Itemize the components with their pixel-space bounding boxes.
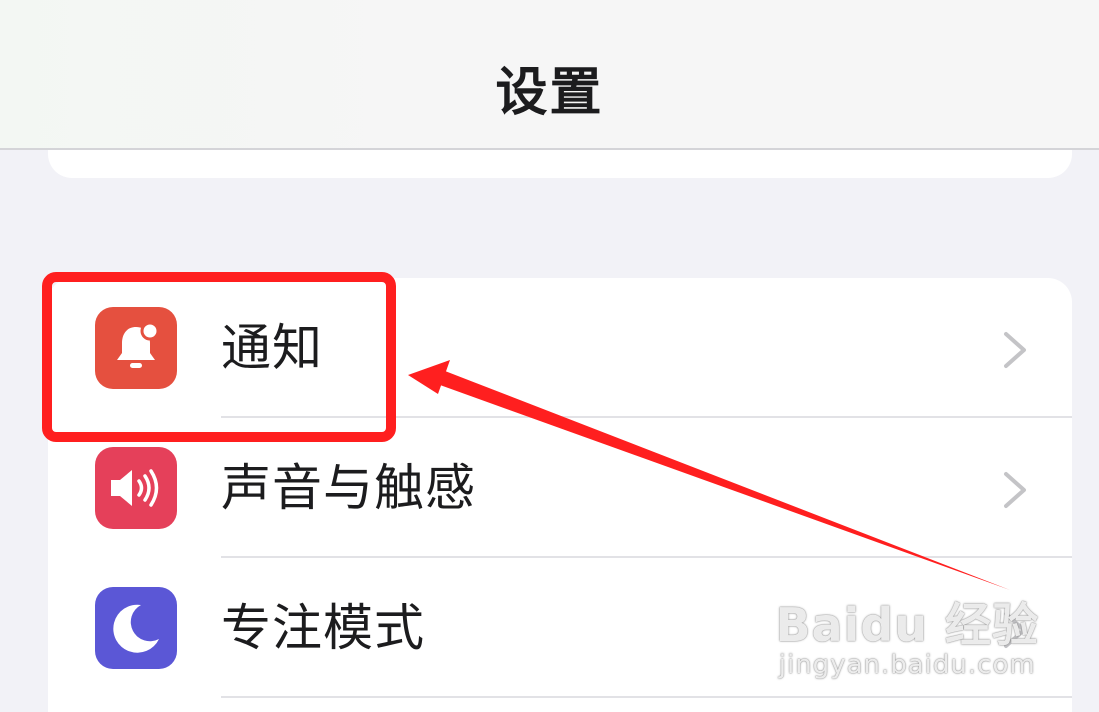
baidu-jingyan-watermark: Baidu 经验 jingyan.baidu.com: [775, 598, 1039, 680]
settings-screen: 设置 通知 声音与触感 专注模式 Baidu 经验 jingyan.baidu.…: [0, 0, 1099, 712]
